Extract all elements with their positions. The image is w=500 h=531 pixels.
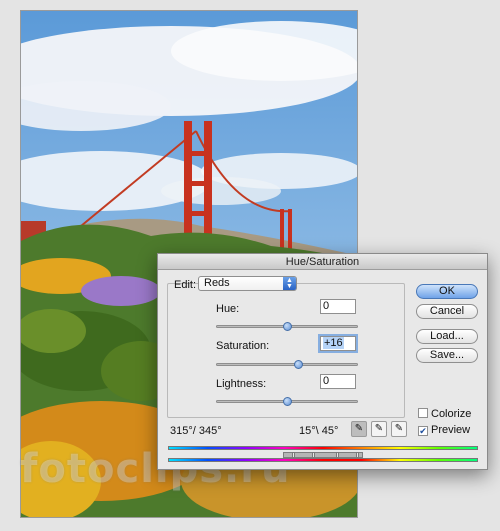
edit-channel-value: Reds — [204, 277, 230, 289]
lightness-input[interactable]: 0 — [320, 374, 356, 389]
saturation-slider[interactable] — [216, 360, 358, 369]
ok-button[interactable]: OK — [416, 284, 478, 299]
range-right-readout: 15°\ 45° — [299, 425, 339, 437]
lightness-label: Lightness: — [216, 378, 267, 390]
lightness-slider[interactable] — [216, 397, 358, 406]
dialog-title[interactable]: Hue/Saturation — [158, 254, 487, 270]
hue-label: Hue: — [216, 303, 240, 315]
hue-input[interactable]: 0 — [320, 299, 356, 314]
colorize-checkbox[interactable]: Colorize — [418, 408, 471, 420]
hue-slider-thumb[interactable] — [283, 322, 292, 331]
colorize-box[interactable] — [418, 408, 428, 418]
color-bar-bottom — [168, 458, 478, 462]
saturation-value: +16 — [323, 337, 344, 349]
cancel-button[interactable]: Cancel — [416, 304, 478, 319]
colorize-label: Colorize — [431, 408, 472, 420]
eyedropper-plus-icon[interactable]: ✎ — [371, 421, 387, 437]
color-bar-top — [168, 446, 478, 450]
dropdown-arrow-icon: ▲ ▼ — [283, 277, 296, 290]
eyedropper-minus-icon[interactable]: ✎ — [391, 421, 407, 437]
preview-checkbox[interactable]: ✔ Preview — [418, 424, 470, 436]
save-button[interactable]: Save... — [416, 348, 478, 363]
hue-slider[interactable] — [216, 322, 358, 331]
range-left-readout: 315°/ 345° — [170, 425, 222, 437]
checkmark-icon[interactable]: ✔ — [418, 426, 428, 436]
edit-label: Edit: — [174, 279, 197, 291]
lightness-slider-thumb[interactable] — [283, 397, 292, 406]
eyedropper-icon[interactable]: ✎ — [351, 421, 367, 437]
hue-saturation-dialog: Hue/Saturation Edit: Reds ▲ ▼ Hue: 0 Satu… — [157, 253, 488, 470]
load-button[interactable]: Load... — [416, 329, 478, 344]
edit-channel-select[interactable]: Reds ▲ ▼ — [198, 276, 297, 291]
preview-label: Preview — [431, 424, 471, 436]
saturation-label: Saturation: — [216, 340, 270, 352]
saturation-input[interactable]: +16 — [320, 336, 356, 351]
